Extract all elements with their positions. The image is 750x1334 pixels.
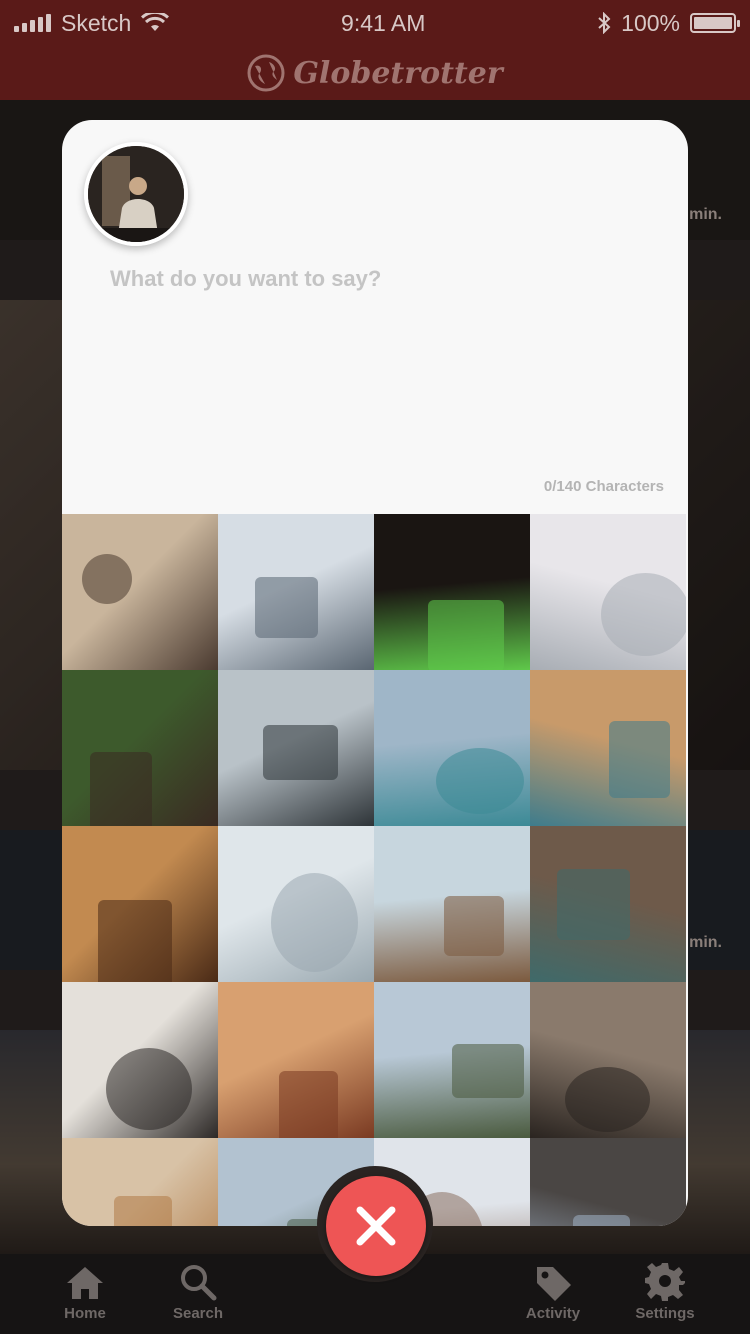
post-text-input[interactable] <box>110 266 650 476</box>
photo-ferry-window[interactable] <box>218 670 374 826</box>
tab-search[interactable]: Search <box>143 1263 253 1322</box>
search-icon <box>181 1265 217 1301</box>
app-header: Globetrotter <box>0 46 750 100</box>
tab-label: Settings <box>635 1305 695 1322</box>
photo-buddha-statue[interactable] <box>218 826 374 982</box>
tab-label: Home <box>64 1305 106 1322</box>
tab-label: Activity <box>525 1305 581 1322</box>
close-button[interactable] <box>326 1176 426 1276</box>
photo-pier-surfer[interactable] <box>374 826 530 982</box>
tab-settings[interactable]: Settings <box>610 1261 720 1322</box>
feed-timestamp: min. <box>689 934 722 951</box>
tab-label: Search <box>172 1305 224 1322</box>
compose-post-modal: 0/140 Characters <box>62 120 688 1226</box>
photo-sunset-deck[interactable] <box>218 982 374 1138</box>
composer: 0/140 Characters <box>62 120 688 514</box>
signal-icon <box>14 14 51 32</box>
photo-cave-waterfall[interactable] <box>530 826 686 982</box>
wifi-icon <box>141 13 170 31</box>
photo-airplane-wing[interactable] <box>530 514 686 670</box>
photo-horse-rider[interactable] <box>62 670 218 826</box>
photo-coastal-village[interactable] <box>530 670 686 826</box>
tab-home[interactable]: Home <box>30 1265 140 1322</box>
globe-icon <box>247 54 285 92</box>
photo-mountain-lake[interactable] <box>374 670 530 826</box>
battery-percent: 100% <box>621 9 680 36</box>
status-bar: Sketch 9:41 AM 100% <box>0 0 750 46</box>
gear-icon <box>645 1263 685 1301</box>
tag-icon <box>537 1267 571 1301</box>
photo-building-facade[interactable] <box>530 1138 686 1226</box>
battery-icon <box>689 13 740 33</box>
tab-activity[interactable]: Activity <box>498 1263 608 1322</box>
photo-airport-walkway[interactable] <box>218 514 374 670</box>
avatar-photo <box>88 146 184 242</box>
photo-globe-map[interactable] <box>62 1138 218 1226</box>
user-avatar[interactable] <box>84 142 188 246</box>
photo-desert-camera[interactable] <box>62 514 218 670</box>
carrier-label: Sketch <box>61 9 132 36</box>
photo-night-tent[interactable] <box>374 514 530 670</box>
bluetooth-icon <box>598 12 611 34</box>
photo-airport-seats[interactable] <box>62 982 218 1138</box>
character-counter: 0/140 Characters <box>543 478 664 495</box>
photo-woman-ruins[interactable] <box>530 982 686 1138</box>
photo-aerial-city[interactable] <box>374 982 530 1138</box>
status-time: 9:41 AM <box>341 9 426 36</box>
home-icon <box>67 1267 103 1299</box>
photo-picker-grid <box>62 514 688 1226</box>
close-icon <box>356 1206 396 1246</box>
photo-wood-world-map[interactable] <box>62 826 218 982</box>
app-logo-text: Globetrotter <box>293 55 503 91</box>
feed-timestamp: min. <box>689 206 722 223</box>
